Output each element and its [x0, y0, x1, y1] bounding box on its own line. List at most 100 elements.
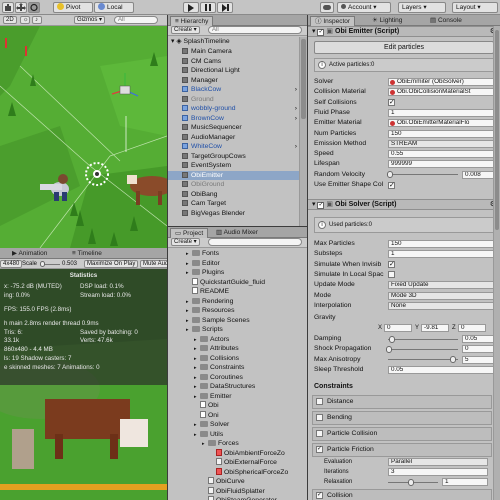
project-item[interactable]: ▸ Utils [168, 430, 307, 440]
field-slider[interactable] [388, 338, 458, 340]
project-item[interactable]: ObiExternalForce [168, 458, 307, 468]
constraint-checkbox[interactable] [316, 398, 323, 405]
hierarchy-item[interactable]: wobbly-ground › [168, 104, 299, 114]
move-tool-button[interactable] [15, 2, 27, 13]
field-value[interactable]: 3 [388, 468, 488, 476]
hierarchy-item[interactable]: Directional Light [168, 66, 299, 76]
tab-animation[interactable]: ▶ Animation [8, 249, 51, 259]
project-item[interactable]: ObiCurve [168, 477, 307, 487]
project-item[interactable]: ▸ Collisions [168, 354, 307, 364]
constraint-foldout[interactable]: Particle Collision [312, 427, 492, 441]
evaluation-dropdown[interactable]: Parallel [388, 458, 488, 466]
enabled-checkbox[interactable]: ✓ [317, 202, 325, 209]
gravity-y-field[interactable]: -9.81 [421, 324, 449, 332]
field-value[interactable]: 999999 [388, 160, 496, 169]
tab-hierarchy[interactable]: ≡ Hierarchy [170, 16, 214, 26]
constraint-checkbox[interactable]: ✓ [316, 446, 323, 453]
project-create-button[interactable]: Create ▾ [171, 238, 200, 246]
scene-search-input[interactable]: All [114, 16, 158, 24]
hierarchy-item[interactable]: Cam Target [168, 199, 299, 209]
field-dropdown[interactable]: Fixed Update [388, 281, 496, 290]
expand-arrow-icon[interactable]: › [295, 104, 297, 114]
project-item[interactable]: ▸ Attributes [168, 344, 307, 354]
hierarchy-create-button[interactable]: Create ▾ [171, 26, 200, 34]
field-slider[interactable] [388, 359, 458, 361]
scale-slider-knob[interactable] [40, 261, 45, 267]
rotate-tool-button[interactable] [28, 2, 40, 13]
constraint-foldout[interactable]: Bending [312, 411, 492, 425]
constraint-checkbox[interactable] [316, 414, 323, 421]
project-item[interactable]: ObiFluidSplatter [168, 486, 307, 497]
field-value[interactable]: 1 [388, 250, 496, 259]
game-viewport[interactable]: Statistics x: -75.2 dB (MUTED) ing: 0.0%… [0, 269, 167, 500]
hierarchy-item[interactable]: Ground [168, 95, 299, 105]
project-item[interactable]: ▸ Fonts [168, 249, 307, 259]
expand-arrow-icon[interactable]: › [295, 142, 297, 152]
project-item[interactable]: ▸ Scripts [168, 325, 307, 335]
project-item[interactable]: ObiAmbientForceZo [168, 448, 307, 459]
field-value[interactable]: 0.05 [462, 335, 496, 343]
project-item[interactable]: ▸ Forces [168, 439, 307, 449]
field-value[interactable]: 1 [388, 108, 496, 117]
maximize-on-play-toggle[interactable]: Maximize On Play [84, 260, 139, 268]
inspector-scroll-thumb[interactable] [495, 30, 499, 230]
field-dropdown[interactable]: None [388, 301, 496, 310]
object-field[interactable]: Obi.ObiEmitterMaterialFlo [388, 119, 496, 128]
field-value[interactable]: 0.05 [388, 365, 496, 374]
hierarchy-item[interactable]: ObiGround [168, 180, 299, 190]
relaxation-slider-knob[interactable] [408, 478, 414, 486]
project-item[interactable]: ▸ Actors [168, 335, 307, 345]
layers-dropdown[interactable]: Layers ▾ [398, 2, 446, 13]
field-checkbox[interactable]: ✓ [388, 181, 395, 189]
hierarchy-item[interactable]: BrownCow › [168, 114, 299, 124]
project-item[interactable]: Oni [168, 410, 307, 421]
step-button[interactable] [217, 2, 233, 13]
project-item[interactable]: ▸ Resources [168, 306, 307, 316]
hierarchy-item[interactable]: AudioManager [168, 133, 299, 143]
field-value[interactable]: 0 [462, 345, 496, 354]
obi-emitter-component-header[interactable]: ▾ ✓ ▣ Obi Emitter (Script) ⚙ [308, 26, 500, 37]
hierarchy-item[interactable]: Manager [168, 76, 299, 86]
inspector-scrollbar[interactable] [493, 26, 500, 500]
field-slider-knob[interactable] [386, 345, 392, 353]
hierarchy-search-input[interactable]: All [208, 26, 302, 34]
project-search-input[interactable] [208, 238, 302, 246]
tab-inspector[interactable]: ⓘ Inspector [310, 16, 356, 26]
project-item[interactable]: ObiSphericalForceZo [168, 467, 307, 478]
project-item[interactable]: README [168, 287, 307, 297]
project-item[interactable]: Obi [168, 401, 307, 411]
gravity-x-field[interactable]: 0 [384, 324, 412, 332]
field-slider-knob[interactable] [389, 335, 396, 343]
object-field[interactable]: ObiEmmiter (ObiSolver) [388, 78, 496, 86]
hierarchy-item[interactable]: TargetGroupCows [168, 152, 299, 162]
gravity-z-field[interactable]: 0 [458, 324, 486, 332]
field-value[interactable]: 0.55 [388, 150, 496, 159]
constraint-foldout[interactable]: ✓ Particle Friction [312, 443, 492, 457]
constraint-foldout[interactable]: Distance [312, 395, 492, 409]
project-item[interactable]: ▸ Plugins [168, 268, 307, 278]
field-checkbox[interactable]: ✓ [388, 261, 395, 269]
lighting-toggle[interactable]: ☼ [20, 16, 30, 24]
hierarchy-scroll-thumb[interactable] [301, 39, 306, 119]
constraint-checkbox[interactable] [316, 430, 323, 437]
field-value[interactable]: 1 [442, 478, 488, 486]
hierarchy-item[interactable]: BlackCow › [168, 85, 299, 95]
field-slider-knob[interactable] [387, 171, 394, 179]
edit-particles-button[interactable]: Edit particles [314, 41, 494, 54]
tab-console[interactable]: ▤ Console [426, 16, 466, 26]
field-value[interactable]: 150 [388, 129, 496, 138]
collab-button[interactable] [320, 2, 334, 13]
account-dropdown[interactable]: Account ▾ [337, 2, 391, 13]
mute-audio-toggle[interactable]: Mute Aud [140, 260, 167, 268]
scene-viewport[interactable] [0, 26, 167, 248]
expand-arrow-icon[interactable]: › [295, 114, 297, 124]
field-slider-knob[interactable] [450, 356, 456, 364]
aspect-dropdown[interactable]: 4x480 [0, 260, 23, 268]
hierarchy-item[interactable]: Main Camera [168, 47, 299, 57]
scene-root-row[interactable]: ▾ ◈ SplashTimeline [168, 37, 307, 47]
project-item[interactable]: ▸ Solver [168, 420, 307, 430]
field-slider[interactable] [388, 174, 458, 176]
field-slider[interactable] [388, 348, 458, 350]
project-item[interactable]: ▸ Coroutines [168, 373, 307, 383]
project-item[interactable]: ObiSteamGenerator [168, 496, 307, 500]
